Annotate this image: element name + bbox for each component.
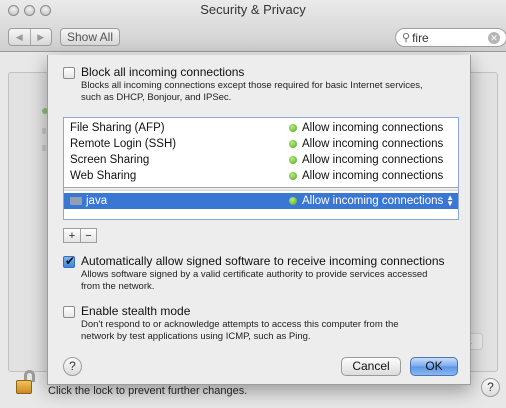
- list-item[interactable]: File Sharing (AFP) Allow incoming connec…: [64, 120, 458, 136]
- search-value: fire: [412, 30, 429, 45]
- background-decoration: [42, 128, 46, 134]
- auto-allow-description: Allows software signed by a valid certif…: [81, 269, 428, 292]
- window-toolbar: Security & Privacy ◀ ▶ Show All ⚲ fire ✕: [0, 0, 506, 52]
- stealth-mode-label: Enable stealth mode: [81, 304, 191, 318]
- list-item[interactable]: Remote Login (SSH) Allow incoming connec…: [64, 136, 458, 152]
- block-all-label: Block all incoming connections: [81, 65, 245, 79]
- clear-search-icon[interactable]: ✕: [488, 32, 500, 44]
- service-status: Allow incoming connections: [302, 138, 444, 150]
- stealth-mode-checkbox[interactable]: [63, 306, 75, 318]
- back-forward-control: ◀ ▶: [8, 28, 52, 46]
- search-icon: ⚲: [402, 32, 411, 44]
- ok-button[interactable]: OK: [410, 357, 458, 376]
- stealth-mode-description: Don't respond to or acknowledge attempts…: [81, 319, 399, 342]
- window-title: Security & Privacy: [200, 2, 306, 17]
- status-green-icon: [289, 156, 297, 164]
- lock-status-text: Click the lock to prevent further change…: [48, 385, 248, 397]
- list-divider: [64, 187, 458, 191]
- remove-app-button[interactable]: −: [80, 229, 96, 242]
- app-row-selected[interactable]: java Allow incoming connections ▲ ▼: [64, 193, 458, 209]
- java-app-icon: [70, 197, 82, 205]
- forward-arrow-icon[interactable]: ▶: [29, 29, 52, 45]
- status-green-icon: [289, 140, 297, 148]
- cancel-button[interactable]: Cancel: [341, 357, 401, 376]
- background-decoration: [42, 145, 46, 151]
- app-status-popup[interactable]: Allow incoming connections: [302, 195, 443, 207]
- list-item[interactable]: Screen Sharing Allow incoming connection…: [64, 152, 458, 168]
- block-all-checkbox[interactable]: [63, 67, 75, 79]
- status-green-icon: [289, 172, 297, 180]
- pane-help-button[interactable]: ?: [481, 378, 500, 397]
- add-remove-buttons: + −: [63, 228, 97, 243]
- search-field[interactable]: ⚲ fire ✕: [395, 28, 506, 47]
- firewall-options-sheet: Block all incoming connections Blocks al…: [47, 55, 471, 385]
- lock-icon[interactable]: [16, 370, 38, 396]
- list-item[interactable]: Web Sharing Allow incoming connections: [64, 168, 458, 184]
- service-status: Allow incoming connections: [302, 170, 444, 182]
- back-arrow-icon[interactable]: ◀: [9, 29, 30, 45]
- help-button[interactable]: ?: [63, 357, 82, 376]
- status-green-icon: [289, 197, 297, 205]
- auto-allow-signed-checkbox[interactable]: [63, 254, 75, 268]
- block-all-description: Blocks all incoming connections except t…: [81, 80, 423, 103]
- add-app-button[interactable]: +: [64, 229, 80, 242]
- service-name: Remote Login (SSH): [70, 138, 177, 150]
- popup-arrows-icon[interactable]: ▲ ▼: [446, 194, 454, 208]
- status-green-icon: [289, 124, 297, 132]
- lock-body: [16, 380, 32, 394]
- auto-allow-label: Automatically allow signed software to r…: [81, 254, 445, 268]
- show-all-button[interactable]: Show All: [60, 28, 120, 46]
- service-status: Allow incoming connections: [302, 122, 444, 134]
- incoming-connections-list: File Sharing (AFP) Allow incoming connec…: [63, 117, 459, 220]
- service-name: File Sharing (AFP): [70, 122, 165, 134]
- app-name: java: [86, 195, 108, 207]
- service-name: Web Sharing: [70, 170, 137, 182]
- service-status: Allow incoming connections: [302, 154, 444, 166]
- service-name: Screen Sharing: [70, 154, 150, 166]
